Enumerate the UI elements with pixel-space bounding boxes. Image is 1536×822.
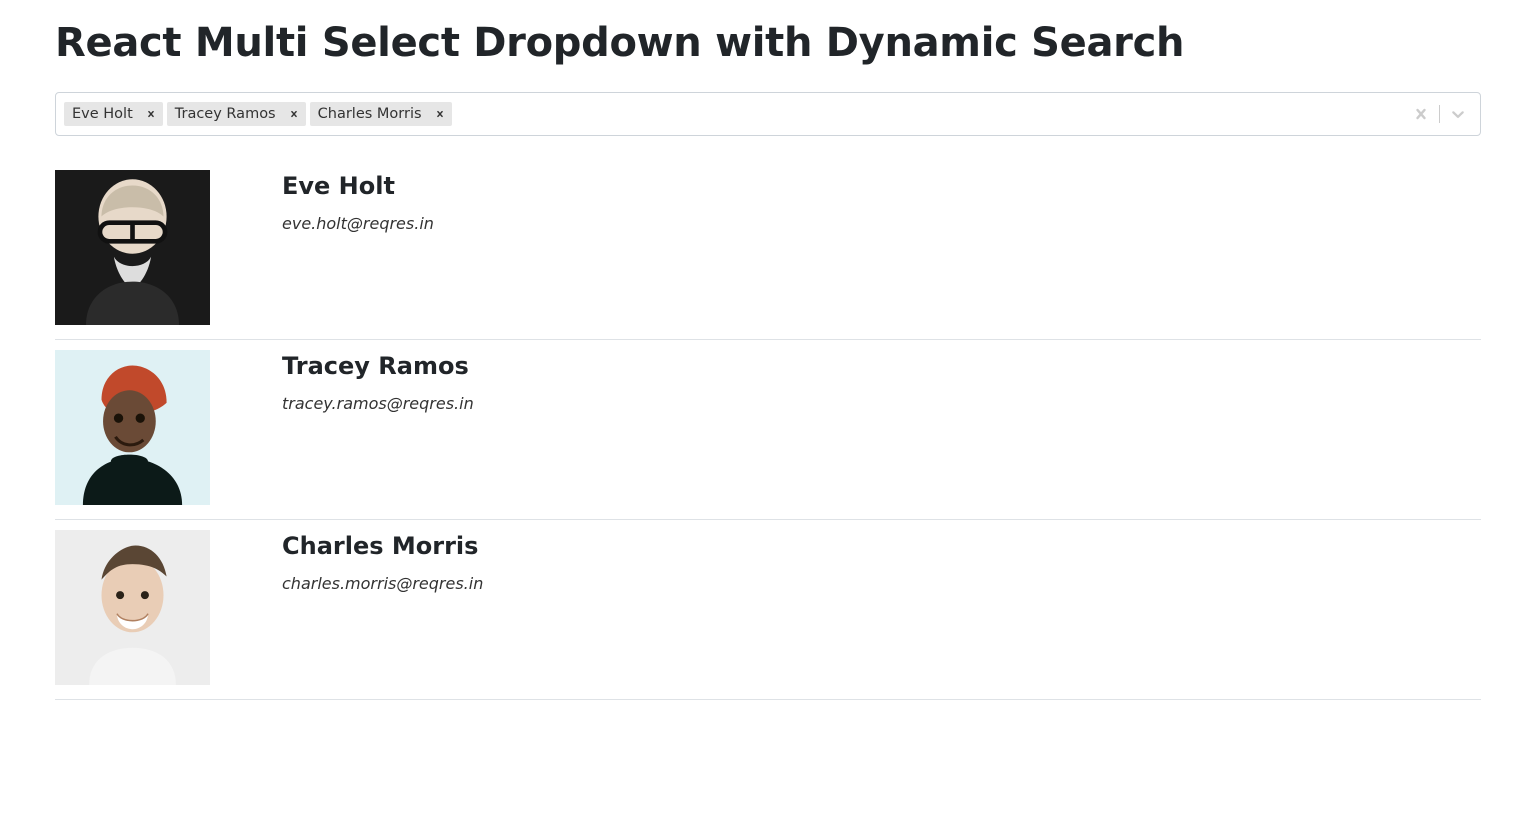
user-email: eve.holt@reqres.in — [282, 214, 434, 233]
user-name: Charles Morris — [282, 532, 483, 560]
close-icon — [288, 108, 300, 120]
multiselect-dropdown-toggle[interactable] — [1440, 98, 1476, 130]
multiselect-tag-remove[interactable] — [139, 108, 163, 120]
page-title: React Multi Select Dropdown with Dynamic… — [55, 20, 1481, 66]
multiselect-tag: Eve Holt — [64, 102, 163, 126]
multiselect-control[interactable]: Eve Holt Tracey Ramos Charles Morris — [55, 92, 1481, 136]
close-icon — [145, 108, 157, 120]
close-icon — [434, 108, 446, 120]
selected-users-list: Eve Holt eve.holt@reqres.in Tracey Ramos… — [55, 160, 1481, 700]
list-item: Charles Morris charles.morris@reqres.in — [55, 520, 1481, 700]
multiselect-search-input[interactable] — [456, 107, 460, 122]
avatar — [55, 530, 210, 685]
multiselect-tag: Tracey Ramos — [167, 102, 306, 126]
multiselect-clear-all[interactable] — [1403, 98, 1439, 130]
user-email: tracey.ramos@reqres.in — [282, 394, 474, 413]
list-item: Eve Holt eve.holt@reqres.in — [55, 160, 1481, 340]
avatar — [55, 170, 210, 325]
user-email: charles.morris@reqres.in — [282, 574, 483, 593]
chevron-down-icon — [1448, 104, 1468, 124]
list-item: Tracey Ramos tracey.ramos@reqres.in — [55, 340, 1481, 520]
multiselect-tag: Charles Morris — [310, 102, 452, 126]
multiselect-tag-remove[interactable] — [282, 108, 306, 120]
multiselect-indicators — [1403, 97, 1476, 131]
close-icon — [1411, 104, 1431, 124]
multiselect-tag-label: Tracey Ramos — [167, 102, 282, 126]
user-name: Tracey Ramos — [282, 352, 474, 380]
user-name: Eve Holt — [282, 172, 434, 200]
multiselect-value-container: Eve Holt Tracey Ramos Charles Morris — [62, 100, 1403, 128]
avatar — [55, 350, 210, 505]
multiselect-tag-label: Charles Morris — [310, 102, 428, 126]
multiselect-tag-label: Eve Holt — [64, 102, 139, 126]
multiselect-tag-remove[interactable] — [428, 108, 452, 120]
